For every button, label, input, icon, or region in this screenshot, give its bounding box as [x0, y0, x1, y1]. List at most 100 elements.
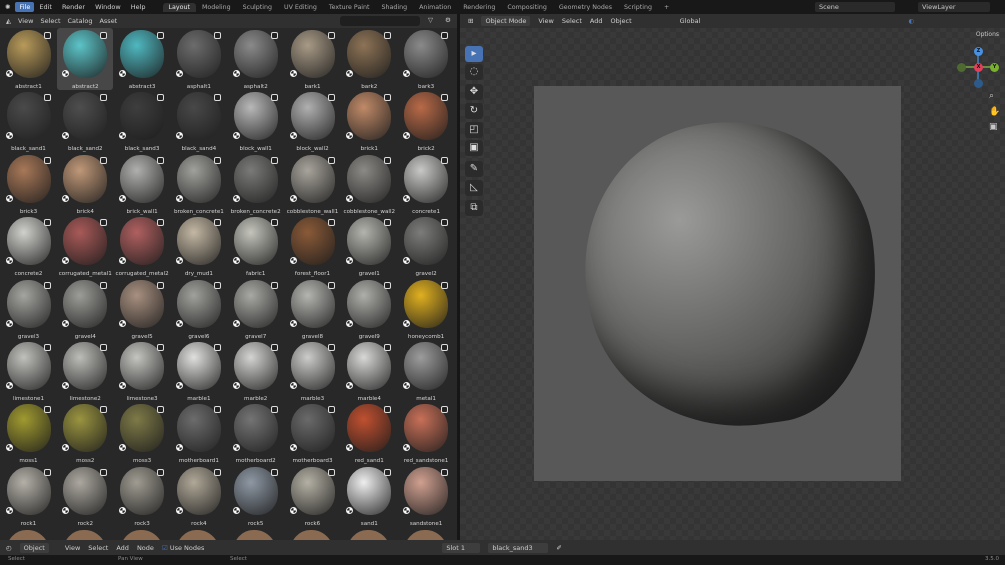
object-type-dropdown[interactable]: Object	[19, 542, 49, 553]
asset-tile[interactable]: motherboard1	[171, 402, 227, 464]
edit-asset-icon[interactable]	[213, 468, 221, 476]
transform-tool-icon[interactable]: ▣	[465, 140, 483, 156]
slot-dropdown[interactable]: Slot 1	[442, 542, 481, 553]
edit-asset-icon[interactable]	[384, 32, 392, 39]
edit-asset-icon[interactable]	[43, 94, 51, 102]
menu-file[interactable]: File	[15, 2, 35, 12]
edit-asset-icon[interactable]	[157, 468, 165, 476]
asset-tile[interactable]: limestone1	[1, 340, 57, 402]
menu-add[interactable]: Add	[116, 544, 129, 552]
edit-asset-icon[interactable]	[157, 281, 165, 289]
edit-asset-icon[interactable]	[100, 281, 108, 289]
edit-asset-icon[interactable]	[213, 406, 221, 414]
edit-asset-icon[interactable]	[441, 219, 449, 227]
asset-tile[interactable]: forest_floor1	[285, 215, 341, 277]
asset-tile[interactable]: corrugated_metal2	[114, 215, 170, 277]
asset-tile[interactable]: marble1	[171, 340, 227, 402]
editor-type-icon[interactable]: ⊞	[468, 17, 473, 25]
cursor-tool-icon[interactable]: ◌	[465, 64, 483, 80]
tab-layout[interactable]: Layout	[162, 2, 196, 12]
asset-tile[interactable]: brick_wall1	[114, 153, 170, 215]
asset-tile[interactable]: bark3	[398, 28, 454, 90]
asset-tile[interactable]: rock1	[1, 465, 57, 527]
asset-tile[interactable]: concrete2	[1, 215, 57, 277]
editor-type-icon[interactable]: ◭	[6, 17, 11, 25]
asset-tile[interactable]: sand1	[341, 465, 397, 527]
edit-asset-icon[interactable]	[327, 468, 335, 476]
tab-modeling[interactable]: Modeling	[196, 3, 237, 12]
edit-asset-icon[interactable]	[441, 156, 449, 164]
edit-asset-icon[interactable]	[384, 219, 392, 227]
edit-asset-icon[interactable]	[100, 156, 108, 164]
asset-tile[interactable]: moss1	[1, 402, 57, 464]
gizmo-x-axis[interactable]: X	[974, 63, 983, 72]
orientation-dropdown[interactable]: Global	[680, 17, 701, 25]
edit-asset-icon[interactable]	[327, 219, 335, 227]
asset-tile[interactable]: broken_concrete1	[171, 153, 227, 215]
edit-asset-icon[interactable]	[157, 156, 165, 164]
edit-asset-icon[interactable]	[157, 344, 165, 351]
edit-asset-icon[interactable]	[384, 156, 392, 164]
zoom-icon[interactable]: ⌕	[989, 91, 994, 101]
asset-tile[interactable]: broken_concrete2	[228, 153, 284, 215]
asset-tile[interactable]: metal1	[398, 340, 454, 402]
menu-edit[interactable]: Edit	[34, 3, 57, 11]
edit-asset-icon[interactable]	[270, 32, 278, 39]
edit-asset-icon[interactable]	[43, 281, 51, 289]
asset-tile[interactable]: gravel2	[398, 215, 454, 277]
asset-tile[interactable]: rock4	[171, 465, 227, 527]
asset-tile[interactable]: black_sand3	[114, 90, 170, 152]
asset-tile[interactable]: sandstone1	[398, 465, 454, 527]
edit-asset-icon[interactable]	[100, 406, 108, 414]
menu-view[interactable]: View	[18, 17, 33, 25]
rotate-tool-icon[interactable]: ↻	[465, 103, 483, 119]
add-workspace-button[interactable]: +	[658, 3, 675, 12]
asset-tile[interactable]: gravel8	[285, 278, 341, 340]
edit-asset-icon[interactable]	[327, 344, 335, 351]
asset-tile[interactable]: marble2	[228, 340, 284, 402]
edit-asset-icon[interactable]	[213, 94, 221, 102]
asset-tile[interactable]: concrete1	[398, 153, 454, 215]
asset-tile[interactable]: gravel5	[114, 278, 170, 340]
edit-asset-icon[interactable]	[384, 468, 392, 476]
scale-tool-icon[interactable]: ◰	[465, 122, 483, 138]
edit-asset-icon[interactable]	[213, 32, 221, 39]
asset-tile[interactable]: bark1	[285, 28, 341, 90]
edit-asset-icon[interactable]	[441, 344, 449, 351]
asset-tile[interactable]: black_sand4	[171, 90, 227, 152]
edit-asset-icon[interactable]	[270, 281, 278, 289]
edit-asset-icon[interactable]	[100, 94, 108, 102]
tab-animation[interactable]: Animation	[413, 3, 457, 12]
options-dropdown[interactable]: Options	[976, 31, 999, 38]
measure-tool-icon[interactable]: ◺	[465, 180, 483, 196]
edit-asset-icon[interactable]	[270, 406, 278, 414]
edit-asset-icon[interactable]	[270, 156, 278, 164]
edit-asset-icon[interactable]	[43, 406, 51, 414]
asset-tile[interactable]: rock5	[228, 465, 284, 527]
asset-tile[interactable]: gravel7	[228, 278, 284, 340]
pan-hand-icon[interactable]: ✋	[989, 107, 1000, 117]
select-box-tool-icon[interactable]: ▸	[465, 46, 483, 62]
asset-tile[interactable]: cobblestone_wall1	[285, 153, 341, 215]
edit-asset-icon[interactable]	[327, 156, 335, 164]
menu-asset[interactable]: Asset	[99, 17, 117, 25]
asset-tile[interactable]: dry_mud1	[171, 215, 227, 277]
asset-tile[interactable]: asphalt2	[228, 28, 284, 90]
gizmo-neg-z-axis[interactable]	[974, 79, 983, 88]
asset-tile[interactable]: gravel4	[57, 278, 113, 340]
tab-shading[interactable]: Shading	[376, 3, 414, 12]
asset-tile[interactable]: honeycomb1	[398, 278, 454, 340]
menu-view[interactable]: View	[538, 17, 553, 25]
edit-asset-icon[interactable]	[213, 344, 221, 351]
asset-search-input[interactable]	[340, 16, 420, 26]
menu-help[interactable]: Help	[126, 3, 151, 11]
gizmo-y-axis[interactable]: Y	[990, 63, 999, 72]
asset-tile[interactable]: corrugated_metal1	[57, 215, 113, 277]
edit-asset-icon[interactable]	[157, 32, 165, 39]
asset-tile[interactable]: moss3	[114, 402, 170, 464]
edit-asset-icon[interactable]	[441, 94, 449, 102]
asset-tile[interactable]: moss2	[57, 402, 113, 464]
asset-tile[interactable]: motherboard3	[285, 402, 341, 464]
tab-scripting[interactable]: Scripting	[618, 3, 658, 12]
edit-asset-icon[interactable]	[384, 94, 392, 102]
